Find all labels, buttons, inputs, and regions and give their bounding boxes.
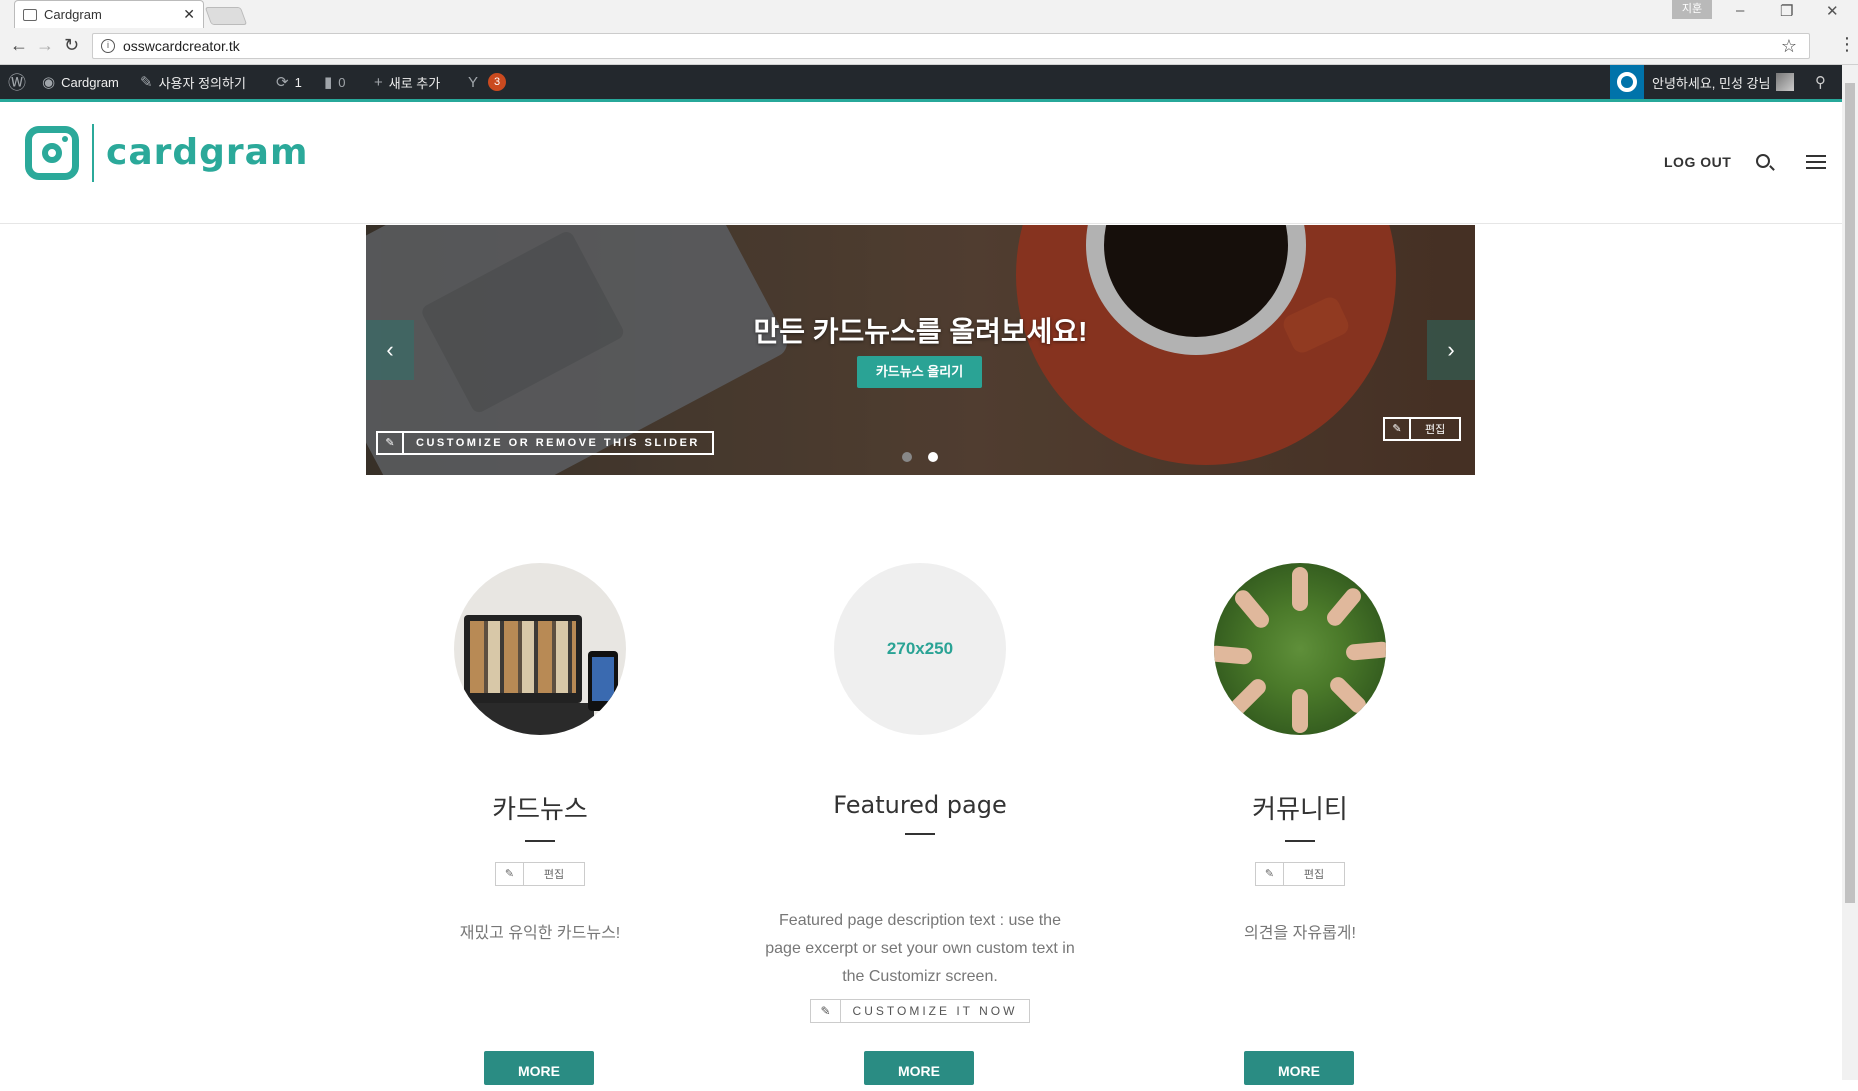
admin-site-name: Cardgram	[61, 74, 119, 90]
tab-title: Cardgram	[44, 7, 102, 22]
bookmark-star-icon[interactable]: ☆	[1781, 36, 1797, 57]
avatar	[1776, 73, 1795, 91]
featured-title[interactable]: Featured page	[730, 791, 1110, 819]
hamburger-menu-icon[interactable]	[1806, 155, 1826, 169]
featured-description: 재밌고 유익한 카드뉴스!	[459, 925, 621, 942]
updates-icon: ⟳	[276, 74, 289, 91]
edit-label: 편집	[1303, 869, 1325, 881]
image-placeholder-label: 270x250	[834, 563, 1006, 735]
hero-slider: 만든 카드뉴스를 올려보세요! 카드뉴스 올리기 ‹ › ✎ CUSTOMIZE…	[366, 225, 1475, 475]
featured-image-3[interactable]	[1214, 563, 1386, 735]
search-icon[interactable]	[1756, 154, 1770, 168]
pencil-icon: ✎	[1256, 863, 1284, 885]
pencil-icon: ✎	[496, 863, 524, 885]
logout-link[interactable]: LOG OUT	[1664, 154, 1731, 170]
url-input[interactable]: i osswcardcreator.tk ☆	[92, 33, 1810, 59]
wp-admin-bar: Ⓦ ◉ Cardgram ✎ 사용자 정의하기 ⟳ 1 ▮ 0 + 새로 추가 Y3 안녕…	[0, 65, 1842, 99]
featured-image-2[interactable]: 270x250	[834, 563, 1006, 735]
featured-image-1[interactable]	[454, 563, 626, 735]
dashboard-icon: ◉	[42, 74, 56, 91]
address-toolbar: ← → ↻ i osswcardcreator.tk ☆ ⋮	[0, 28, 1858, 65]
slide-edit-label: 편집	[1425, 424, 1446, 436]
restore-icon[interactable]: ❐	[1780, 2, 1793, 20]
site-logo-text[interactable]: cardgram	[106, 132, 308, 173]
profile-button[interactable]: 지훈	[1672, 0, 1712, 19]
new-tab-button[interactable]	[204, 7, 248, 25]
site-header: cardgram LOG OUT	[0, 102, 1842, 224]
pencil-icon: ✎	[378, 433, 404, 453]
admin-customize-label: 사용자 정의하기	[158, 75, 246, 91]
edit-label: 편집	[543, 869, 565, 881]
plus-icon: +	[374, 73, 383, 91]
minimize-icon[interactable]: –	[1736, 2, 1744, 19]
admin-new-link[interactable]: + 새로 추가	[374, 65, 440, 99]
brush-icon: ✎	[140, 74, 153, 91]
back-icon[interactable]: ←	[10, 35, 28, 56]
slide-edit-button[interactable]: ✎ 편집	[1383, 417, 1462, 441]
slider-prev-button[interactable]: ‹	[366, 320, 414, 380]
wp-logo-icon[interactable]: Ⓦ	[8, 65, 32, 99]
featured-page-3: 커뮤니티 ✎ 편집 의견을 자유롭게! MORE	[1110, 563, 1490, 1085]
page-scrollbar[interactable]	[1842, 65, 1858, 1080]
site-info-icon[interactable]: i	[101, 39, 115, 53]
customize-it-now-button[interactable]: ✎ CUSTOMIZE IT NOW	[810, 999, 1030, 1023]
slider-next-button[interactable]: ›	[1427, 320, 1475, 380]
slider-dot-1[interactable]	[902, 452, 912, 462]
customize-label: CUSTOMIZE IT NOW	[852, 1004, 1018, 1018]
logo-divider	[92, 124, 94, 182]
featured-title[interactable]: 커뮤니티	[1110, 789, 1490, 826]
admin-greeting: 안녕하세요, 민성 강님	[1652, 75, 1771, 91]
slide-title: 만든 카드뉴스를 올려보세요!	[753, 316, 1088, 347]
comment-icon: ▮	[324, 74, 333, 91]
customize-slider-button[interactable]: ✎ CUSTOMIZE OR REMOVE THIS SLIDER	[376, 431, 714, 455]
pencil-icon: ✎	[1385, 419, 1411, 439]
featured-description: Featured page description text : use the…	[765, 912, 1075, 985]
featured-edit-button[interactable]: ✎ 편집	[495, 862, 585, 886]
close-window-icon[interactable]: ✕	[1826, 2, 1839, 20]
featured-title[interactable]: 카드뉴스	[350, 789, 730, 826]
admin-customize-link[interactable]: ✎ 사용자 정의하기	[140, 65, 246, 99]
yoast-badge: 3	[488, 73, 507, 91]
help-icon[interactable]	[1610, 65, 1644, 99]
camera-logo-icon[interactable]	[25, 126, 79, 180]
admin-search-icon[interactable]: ⚲	[1815, 65, 1832, 99]
admin-comments-link[interactable]: ▮ 0	[324, 65, 346, 99]
updates-count: 1	[294, 74, 302, 90]
site-favicon-icon	[23, 8, 37, 21]
admin-site-link[interactable]: ◉ Cardgram	[42, 65, 119, 99]
pencil-icon: ✎	[811, 1000, 841, 1022]
featured-description: 의견을 자유롭게!	[1244, 925, 1356, 942]
featured-page-2: 270x250 Featured page Featured page desc…	[730, 563, 1110, 1085]
admin-updates-link[interactable]: ⟳ 1	[276, 65, 302, 99]
browser-menu-icon[interactable]: ⋮	[1838, 34, 1856, 55]
close-tab-icon[interactable]: ✕	[183, 6, 195, 23]
forward-icon[interactable]: →	[36, 35, 54, 56]
browser-tab-bar: Cardgram ✕ 지훈 – ❐ ✕	[0, 0, 1858, 28]
admin-account-link[interactable]: 안녕하세요, 민성 강님	[1652, 65, 1795, 99]
admin-yoast-link[interactable]: Y3	[468, 65, 507, 99]
browser-tab[interactable]: Cardgram ✕	[14, 0, 204, 28]
slider-dot-2[interactable]	[928, 452, 938, 462]
reload-icon[interactable]: ↻	[64, 35, 79, 56]
yoast-icon: Y	[468, 73, 479, 91]
featured-edit-button[interactable]: ✎ 편집	[1255, 862, 1345, 886]
featured-page-1: 카드뉴스 ✎ 편집 재밌고 유익한 카드뉴스! MORE	[350, 563, 730, 1085]
admin-new-label: 새로 추가	[388, 75, 441, 91]
comments-count: 0	[338, 74, 346, 90]
url-text: osswcardcreator.tk	[123, 38, 240, 54]
slide-cta-button[interactable]: 카드뉴스 올리기	[857, 356, 982, 388]
scrollbar-thumb[interactable]	[1845, 83, 1855, 903]
customize-slider-label: CUSTOMIZE OR REMOVE THIS SLIDER	[416, 437, 700, 449]
